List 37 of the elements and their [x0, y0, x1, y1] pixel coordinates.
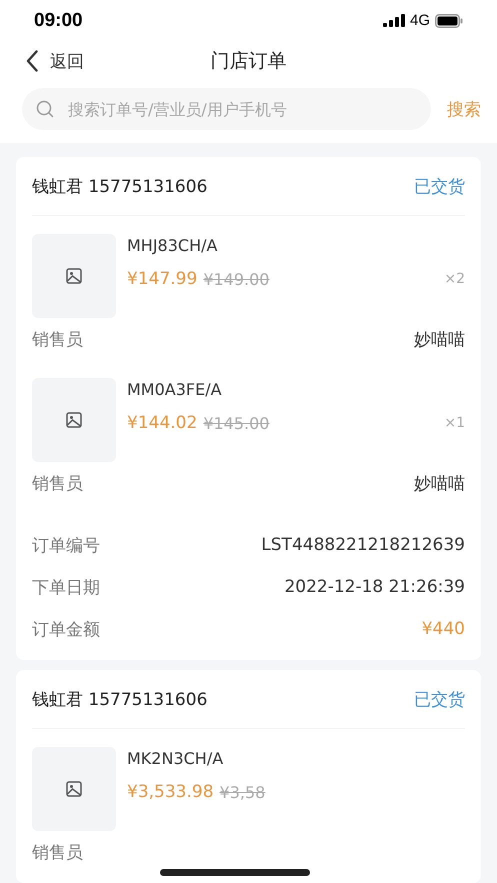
network-label: 4G: [410, 12, 430, 30]
product-price: ¥144.02: [127, 413, 198, 433]
detail-label: 订单编号: [32, 534, 100, 556]
detail-value: 2022-12-18 21:26:39: [284, 577, 465, 597]
seller-label: 销售员: [32, 842, 83, 864]
image-placeholder-icon: [66, 412, 82, 428]
search-field[interactable]: 搜索订单号/营业员/用户手机号: [22, 88, 431, 130]
item-quantity: ×1: [444, 415, 465, 431]
product-model: MK2N3CH/A: [127, 749, 224, 768]
seller-label: 销售员: [32, 328, 83, 350]
detail-label: 订单金额: [32, 618, 100, 640]
product-price: ¥147.99: [127, 269, 198, 289]
product-price: ¥3,533.98: [127, 782, 214, 802]
image-placeholder-icon: [66, 268, 82, 284]
item-quantity: ×2: [444, 271, 465, 287]
product-model: MM0A3FE/A: [127, 380, 223, 399]
original-price: ¥149.00: [203, 270, 270, 288]
order-status: 已交货: [414, 688, 465, 710]
image-placeholder-icon: [66, 781, 82, 797]
customer-info: 钱虹君 15775131606: [32, 176, 208, 198]
seller-label: 销售员: [32, 472, 83, 494]
order-amount: ¥440: [422, 619, 465, 639]
status-time: 09:00: [34, 10, 83, 32]
seller-name: 妙喵喵: [414, 472, 465, 494]
detail-label: 下单日期: [32, 576, 100, 598]
product-model: MHJ83CH/A: [127, 236, 218, 255]
page-title: 门店订单: [210, 49, 288, 74]
original-price: ¥3,58: [220, 782, 266, 802]
customer-info: 钱虹君 15775131606: [32, 688, 208, 710]
detail-value: LST4488221218212639: [261, 535, 465, 555]
back-button[interactable]: 返回: [26, 50, 84, 73]
back-chevron-icon: [26, 50, 38, 72]
seller-name: 妙喵喵: [414, 328, 465, 350]
signal-icon: [382, 14, 405, 28]
order-status: 已交货: [414, 176, 465, 198]
battery-icon: [435, 14, 463, 28]
original-price: ¥145.00: [203, 414, 270, 432]
